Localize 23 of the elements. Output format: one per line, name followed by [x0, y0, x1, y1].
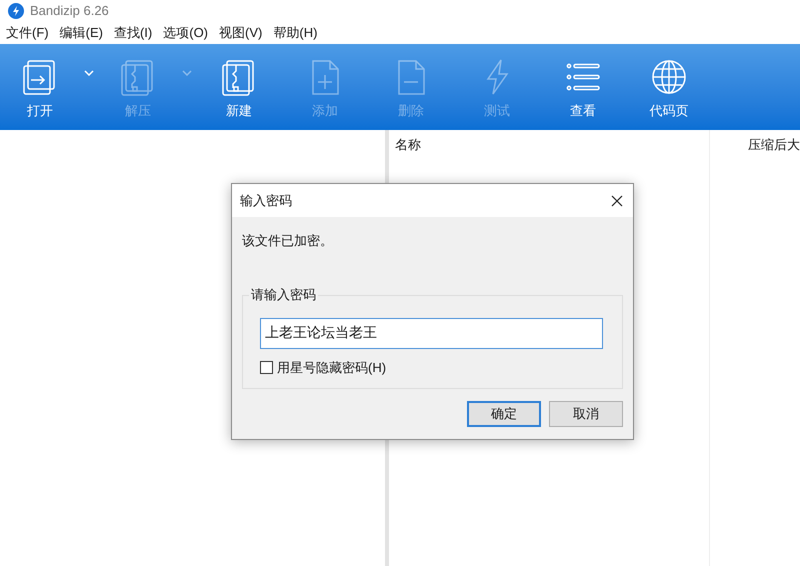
menu-item[interactable]: 帮助(H)	[270, 23, 320, 43]
menu-item[interactable]: 选项(O)	[160, 23, 212, 43]
menu-item[interactable]: 视图(V)	[216, 23, 266, 43]
dropdown-caret-icon[interactable]	[84, 70, 94, 76]
menu-item[interactable]: 文件(F)	[3, 23, 52, 43]
toolbar-button[interactable]: 新建	[196, 44, 282, 130]
column-header[interactable]: 名称	[395, 137, 421, 152]
dialog-button[interactable]: 取消	[549, 400, 623, 426]
toolbar-button[interactable]: 打开	[0, 44, 80, 130]
dialog-button[interactable]: 确定	[467, 400, 541, 426]
dialog-title: 输入密码	[240, 192, 292, 210]
menu-item[interactable]: 查找(I)	[110, 23, 156, 43]
dialog-message: 该文件已加密。	[242, 233, 333, 248]
toolbar-button[interactable]: 查看	[540, 44, 626, 130]
close-icon[interactable]	[611, 194, 623, 206]
window-title: Bandizip 6.26	[30, 2, 109, 20]
toolbar-button[interactable]: 代码页	[626, 44, 712, 130]
password-field[interactable]: 上老王论坛当老王	[260, 318, 603, 348]
checkbox-label: 用星号隐藏密码(H)	[277, 358, 386, 377]
menu-item[interactable]: 编辑(E)	[56, 23, 106, 43]
checkbox[interactable]	[260, 360, 273, 374]
app-logo-icon	[8, 3, 24, 19]
column-header[interactable]: 压缩后大	[748, 137, 800, 152]
